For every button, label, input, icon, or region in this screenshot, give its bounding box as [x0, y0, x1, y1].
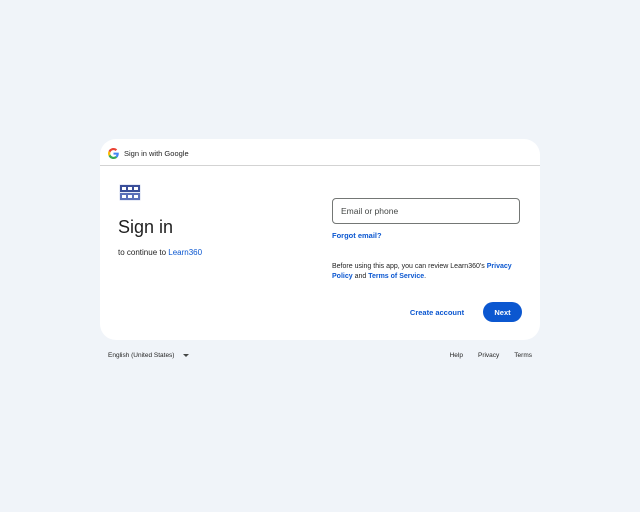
privacy-notice: Before using this app, you can review Le…: [332, 262, 522, 282]
card-header: Sign in with Google: [100, 139, 540, 166]
footer-link-terms[interactable]: Terms: [514, 352, 532, 359]
caret-down-icon: [183, 354, 190, 357]
google-logo-icon: [108, 148, 119, 159]
subtitle-prefix: to continue to: [118, 248, 169, 257]
notice-prefix: Before using this app, you can review Le…: [332, 263, 487, 270]
app-name-link[interactable]: Learn360: [168, 248, 202, 257]
notice-suffix: .: [424, 273, 427, 280]
subtitle: to continue to Learn360: [118, 248, 202, 257]
email-field[interactable]: [332, 198, 520, 224]
footer-links: Help Privacy Terms: [435, 352, 532, 359]
header-title: Sign in with Google: [124, 149, 189, 158]
notice-and: and: [352, 273, 369, 280]
create-account-button[interactable]: Create account: [407, 302, 467, 322]
learn360-logo-icon: [119, 184, 141, 201]
page-title: Sign in: [118, 217, 174, 237]
language-label: English (United States): [108, 352, 175, 359]
terms-of-service-link[interactable]: Terms of Service: [368, 273, 424, 280]
next-button[interactable]: Next: [483, 302, 522, 322]
forgot-email-link[interactable]: Forgot email?: [332, 231, 382, 240]
footer-link-privacy[interactable]: Privacy: [478, 352, 499, 359]
sign-in-card: Sign in with Google Sign in to continue …: [100, 139, 540, 340]
language-selector[interactable]: English (United States): [108, 352, 190, 359]
footer: English (United States) Help Privacy Ter…: [108, 352, 532, 362]
footer-link-help[interactable]: Help: [450, 352, 463, 359]
